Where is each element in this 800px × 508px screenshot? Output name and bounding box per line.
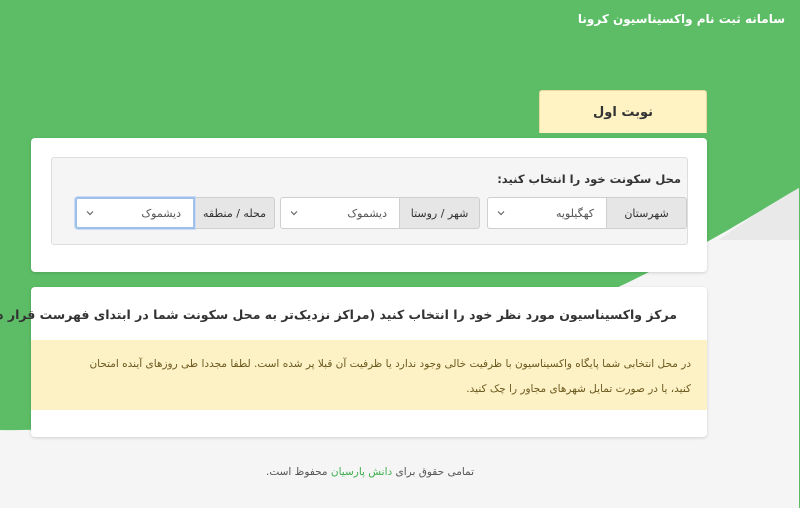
neighborhood-select-value: دیشموک bbox=[142, 206, 182, 220]
neighborhood-select[interactable]: دیشموک bbox=[76, 197, 196, 229]
city-select-value: دیشموک bbox=[348, 206, 388, 220]
county-field: شهرستان کهگیلویه bbox=[488, 197, 688, 229]
center-title: مرکز واکسیناسیون مورد نظر خود را انتخاب … bbox=[0, 307, 678, 322]
app-title: سامانه ثبت نام واکسیناسیون کرونا bbox=[578, 12, 786, 26]
tab-first-dose-label: نوبت اول bbox=[593, 104, 655, 120]
vaccination-center-card: مرکز واکسیناسیون مورد نظر خود را انتخاب … bbox=[0, 287, 708, 437]
chevron-down-icon bbox=[291, 211, 299, 216]
no-capacity-alert: در محل انتخابی شما پایگاه واکسیناسیون با… bbox=[32, 340, 708, 410]
footer-text-after: محفوظ است. bbox=[266, 466, 329, 478]
city-select[interactable]: دیشموک bbox=[281, 197, 401, 229]
chevron-down-icon bbox=[87, 211, 95, 216]
neighborhood-prefix: محله / منطقه bbox=[196, 197, 276, 229]
tab-first-dose[interactable]: نوبت اول bbox=[540, 90, 708, 133]
location-card: محل سکونت خود را انتخاب کنید: شهرستان که… bbox=[32, 138, 708, 272]
footer: تمامی حقوق برای دانش پارسیان محفوظ است. bbox=[0, 466, 742, 478]
neighborhood-field: محله / منطقه دیشموک bbox=[76, 197, 276, 229]
alert-line-2: کنید، یا در صورت تمایل شهرهای مجاور را چ… bbox=[467, 383, 692, 395]
location-label: محل سکونت خود را انتخاب کنید: bbox=[498, 172, 682, 186]
footer-company-link[interactable]: دانش پارسیان bbox=[332, 466, 393, 478]
alert-line-1: در محل انتخابی شما پایگاه واکسیناسیون با… bbox=[90, 358, 692, 370]
footer-text-before: تمامی حقوق برای bbox=[396, 466, 476, 478]
county-prefix: شهرستان bbox=[608, 197, 688, 229]
city-prefix: شهر / روستا bbox=[401, 197, 481, 229]
county-select[interactable]: کهگیلویه bbox=[488, 197, 608, 229]
county-select-value: کهگیلویه bbox=[557, 206, 595, 220]
location-panel: محل سکونت خود را انتخاب کنید: شهرستان که… bbox=[52, 157, 689, 245]
chevron-down-icon bbox=[498, 211, 506, 216]
city-field: شهر / روستا دیشموک bbox=[281, 197, 481, 229]
